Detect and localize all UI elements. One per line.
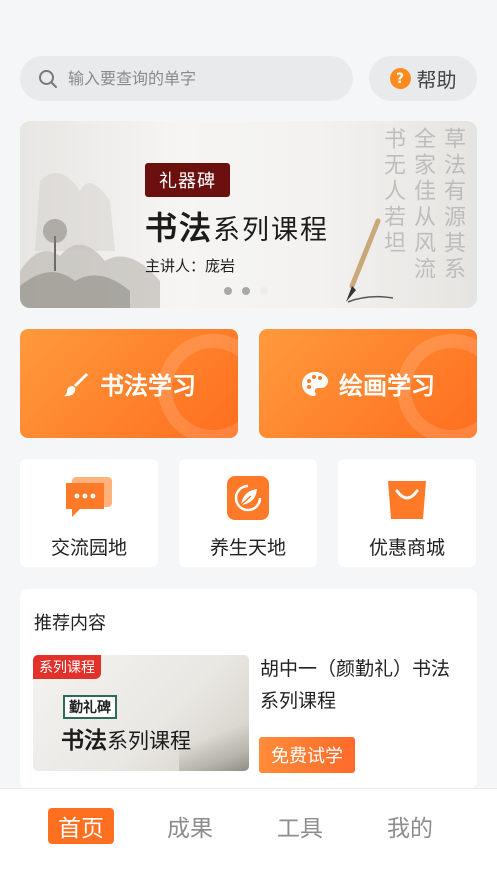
banner-title: 书法系列课程	[145, 203, 329, 249]
tile-community[interactable]: 交流园地	[20, 459, 158, 567]
decor-ring	[397, 334, 477, 438]
shopping-bag-icon	[388, 481, 426, 519]
tile-community-label: 交流园地	[50, 537, 127, 559]
thumb-title-main: 书法	[61, 728, 107, 754]
decor-ring	[158, 334, 238, 438]
tile-health-label: 养生天地	[209, 537, 286, 559]
banner-speaker: 主讲人：庞岩	[145, 257, 236, 275]
leaf-icon	[227, 476, 269, 520]
banner-title-main: 书法	[145, 209, 214, 247]
thumb-tag: 勤礼碑	[63, 695, 117, 719]
thumb-title-rest: 系列课程	[107, 729, 191, 753]
calligraphy-study-button[interactable]: 书法学习	[20, 329, 238, 438]
tile-health[interactable]: 养生天地	[179, 459, 317, 567]
course-banner[interactable]: 草法有源其系全家佳从风流书无人若坦 礼器碑 书法系列课程 主讲人：庞岩	[20, 121, 477, 308]
course-thumbnail[interactable]: 系列课程 勤礼碑 书法系列课程	[33, 655, 249, 771]
help-button[interactable]: ? 帮助	[369, 56, 477, 101]
palette-icon	[302, 371, 328, 396]
chat-icon	[66, 477, 112, 517]
recommend-section: 推荐内容 系列课程 勤礼碑 书法系列课程 胡中一（颜勤礼）书法系列课程 免费试学	[20, 589, 477, 789]
tile-shop[interactable]: 优惠商城	[338, 459, 476, 567]
carousel-dot[interactable]	[224, 287, 232, 295]
help-label: 帮助	[416, 68, 457, 92]
search-row: ? 帮助	[20, 56, 477, 101]
course-title[interactable]: 胡中一（颜勤礼）书法系列课程	[260, 653, 460, 717]
banner-tag: 礼器碑	[145, 163, 230, 197]
brush-decoration-icon	[346, 218, 394, 303]
search-icon	[39, 69, 57, 88]
recommend-title: 推荐内容	[34, 613, 106, 634]
banner-title-rest: 系列课程	[213, 215, 330, 246]
tab-mine[interactable]: 我的	[377, 808, 443, 844]
carousel-dot[interactable]	[242, 287, 250, 295]
carousel-dot-active[interactable]	[260, 287, 268, 295]
help-icon: ?	[389, 68, 411, 89]
tab-achievements[interactable]: 成果	[157, 808, 223, 844]
free-trial-button[interactable]: 免费试学	[259, 737, 355, 773]
thumb-title: 书法系列课程	[61, 721, 191, 755]
tile-shop-label: 优惠商城	[368, 537, 445, 559]
tab-tools[interactable]: 工具	[267, 808, 333, 844]
carousel-dots[interactable]	[224, 287, 268, 295]
search-box[interactable]	[20, 56, 353, 101]
brush-icon	[64, 372, 88, 396]
bottom-tab-bar: 首页 成果 工具 我的	[0, 788, 497, 883]
series-corner-badge: 系列课程	[33, 655, 101, 679]
search-input[interactable]	[68, 69, 318, 88]
painting-study-button[interactable]: 绘画学习	[259, 329, 477, 438]
tab-home[interactable]: 首页	[48, 808, 114, 844]
landscape-painting	[20, 173, 160, 308]
